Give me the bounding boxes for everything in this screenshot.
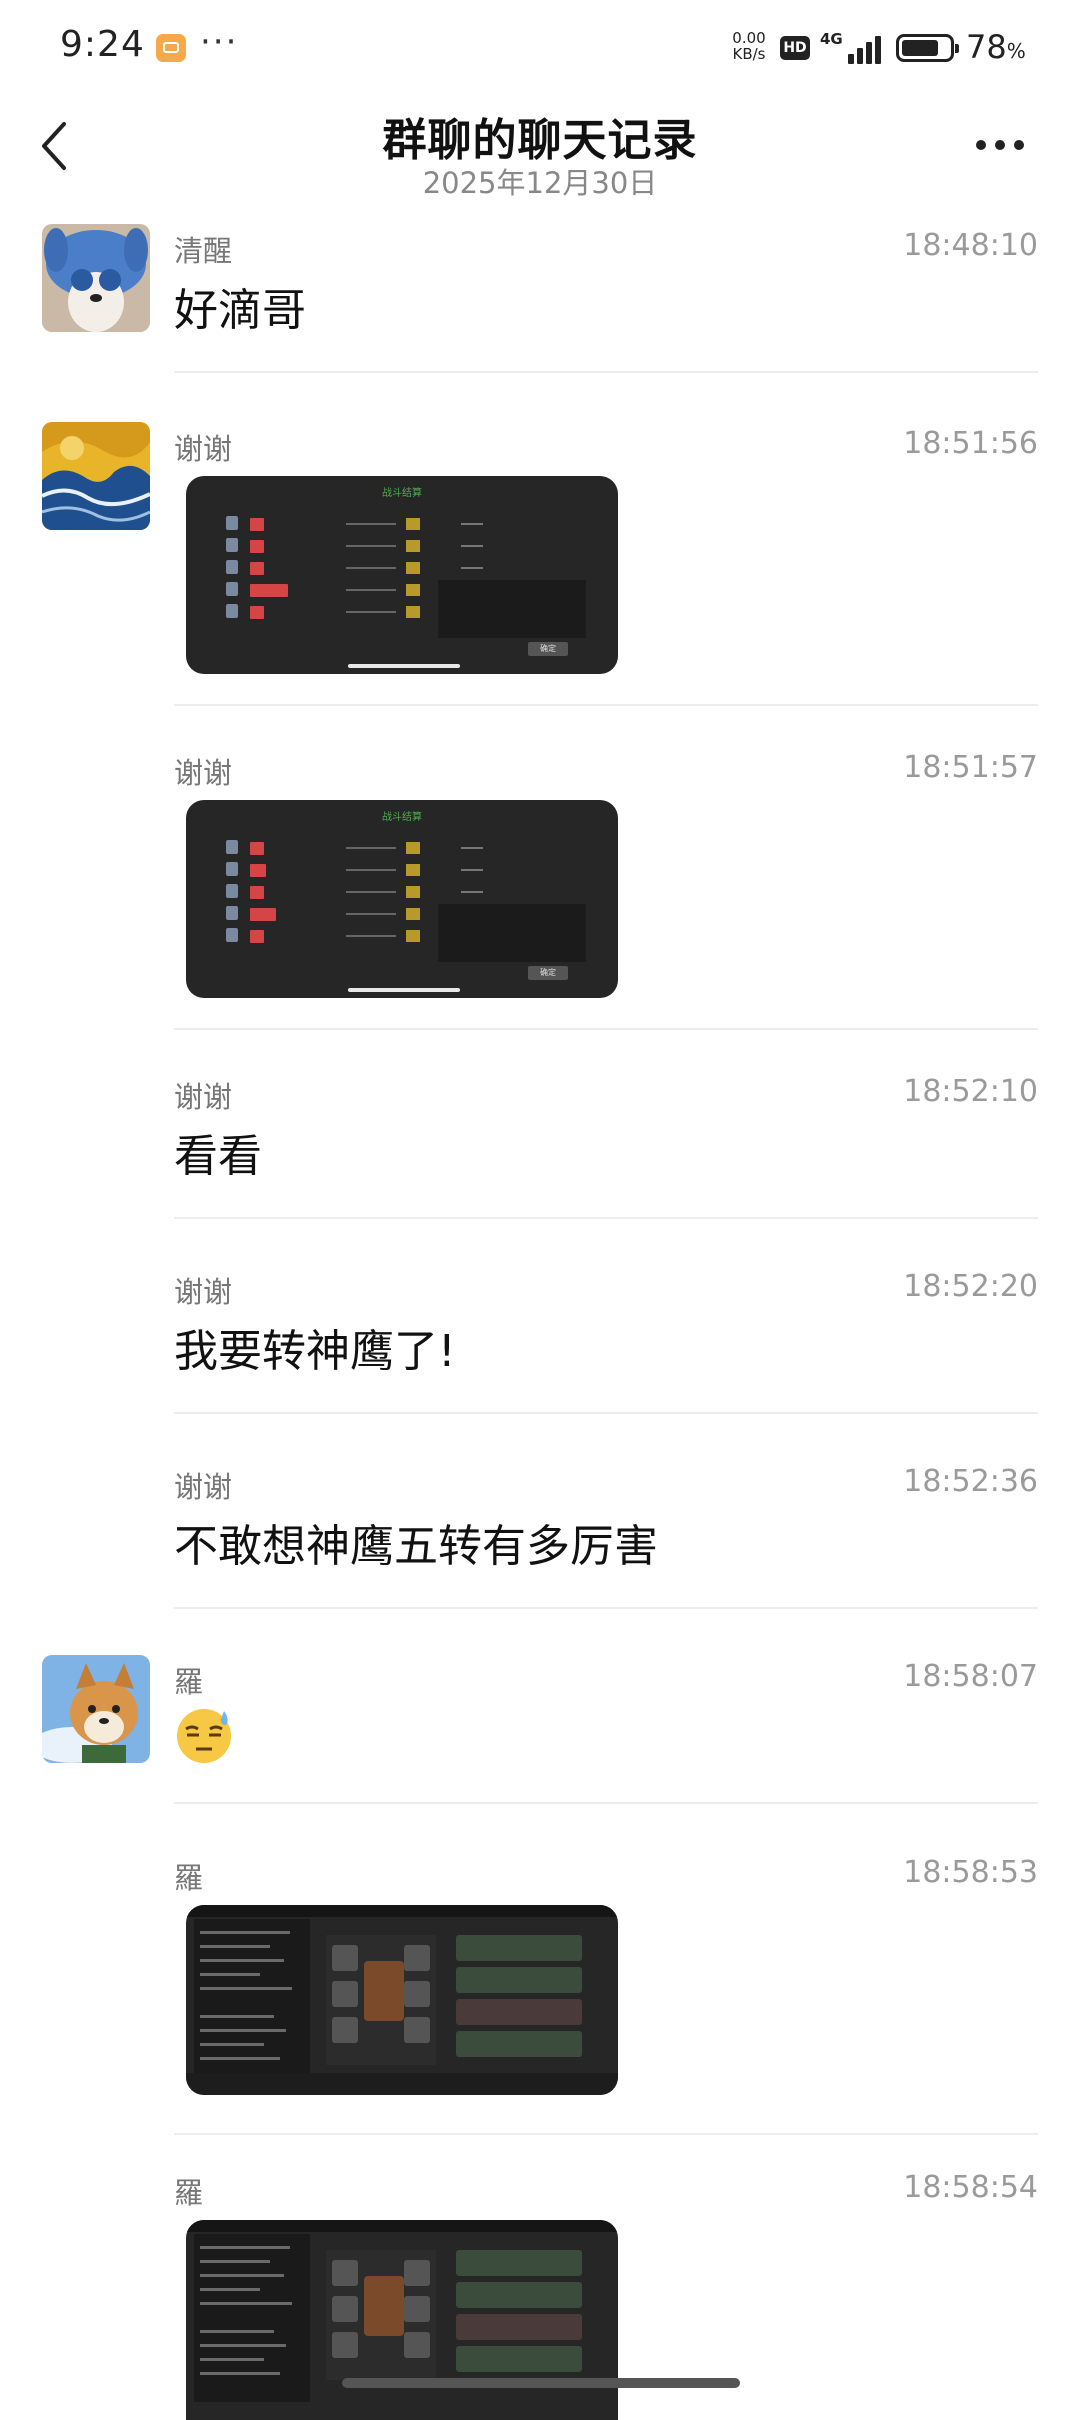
home-indicator[interactable] (342, 2378, 740, 2388)
message-time: 18:52:20 (903, 1269, 1038, 1304)
message-image[interactable] (186, 1905, 618, 2095)
game-notification-icon (156, 34, 186, 62)
list-item: 谢谢 18:52:36 不敢想神鹰五转有多厉害 (0, 1460, 1080, 1610)
message-time: 18:48:10 (903, 228, 1038, 263)
message-image[interactable]: 战斗结算 确定 (186, 476, 618, 674)
message-image[interactable] (186, 2220, 618, 2420)
divider (174, 1412, 1038, 1414)
image-button: 确定 (528, 642, 568, 656)
status-bar: 9:24 ··· 0.00 KB/s HD 4G 78% (0, 0, 1080, 100)
starry-wave-avatar-icon (42, 422, 150, 530)
avatar[interactable] (42, 224, 150, 332)
message-time: 18:52:10 (903, 1074, 1038, 1109)
network-speed-value: 0.00 (732, 29, 766, 47)
message-text[interactable]: 我要转神鹰了! (174, 1315, 456, 1379)
battery-fill (902, 40, 938, 56)
divider (174, 1217, 1038, 1219)
sender-name: 谢谢 (174, 1275, 233, 1309)
signal-icon (840, 30, 886, 64)
list-item: 谢谢 18:52:20 我要转神鹰了! (0, 1265, 1080, 1415)
network-speed: 0.00 KB/s (726, 30, 772, 62)
stitch-dog-avatar-icon (42, 224, 150, 332)
battery-icon (896, 34, 959, 62)
sender-name: 清醒 (174, 234, 233, 268)
more-notifications-icon: ··· (200, 22, 239, 62)
list-item: 谢谢 18:51:57 战斗结算 确定 (0, 746, 1080, 1031)
image-button: 确定 (528, 966, 568, 980)
message-time: 18:52:36 (903, 1464, 1038, 1499)
list-item: 羅 18:58:54 (0, 2166, 1080, 2420)
list-item: 谢谢 18:52:10 看看 (0, 1070, 1080, 1220)
divider (174, 1028, 1038, 1030)
list-item: 羅 18:58:53 (0, 1851, 1080, 2136)
network-speed-unit: KB/s (732, 45, 766, 63)
message-text[interactable]: 不敢想神鹰五转有多厉害 (174, 1510, 658, 1574)
message-time: 18:58:53 (903, 1855, 1038, 1890)
sender-name: 谢谢 (174, 1470, 233, 1504)
divider (174, 371, 1038, 373)
sender-name: 谢谢 (174, 1080, 233, 1114)
list-item: 羅 18:58:07 (0, 1655, 1080, 1805)
divider (174, 1607, 1038, 1609)
battery-percent: 78% (966, 28, 1026, 66)
sender-name: 谢谢 (174, 432, 233, 466)
more-options-icon[interactable] (970, 126, 1030, 166)
message-text[interactable]: 看看 (174, 1120, 262, 1184)
message-time: 18:51:56 (903, 426, 1038, 461)
sweat-smile-emoji-icon[interactable] (174, 1705, 234, 1765)
page-date: 2025年12月30日 (422, 166, 658, 200)
message-image[interactable]: 战斗结算 确定 (186, 800, 618, 998)
chat-history-header: 群聊的聊天记录 2025年12月30日 (0, 100, 1080, 210)
sender-name: 羅 (174, 1861, 204, 1895)
divider (174, 2133, 1038, 2135)
avatar[interactable] (42, 1655, 150, 1763)
message-time: 18:58:54 (903, 2170, 1038, 2205)
divider (174, 1802, 1038, 1804)
status-time: 9:24 (60, 24, 145, 65)
image-header: 战斗结算 (382, 812, 422, 823)
image-header: 战斗结算 (382, 488, 422, 499)
sender-name: 谢谢 (174, 756, 233, 790)
list-item: 清醒 18:48:10 好滴哥 (0, 224, 1080, 374)
message-time: 18:51:57 (903, 750, 1038, 785)
hd-voice-icon: HD (780, 36, 810, 60)
message-time: 18:58:07 (903, 1659, 1038, 1694)
message-text[interactable]: 好滴哥 (174, 274, 306, 338)
avatar[interactable] (42, 422, 150, 530)
sender-name: 羅 (174, 2176, 204, 2210)
list-item: 谢谢 18:51:56 战斗结算 确定 (0, 422, 1080, 707)
page-title: 群聊的聊天记录 (382, 115, 698, 166)
sender-name: 羅 (174, 1665, 204, 1699)
shiba-dog-avatar-icon (42, 1655, 150, 1763)
divider (174, 704, 1038, 706)
